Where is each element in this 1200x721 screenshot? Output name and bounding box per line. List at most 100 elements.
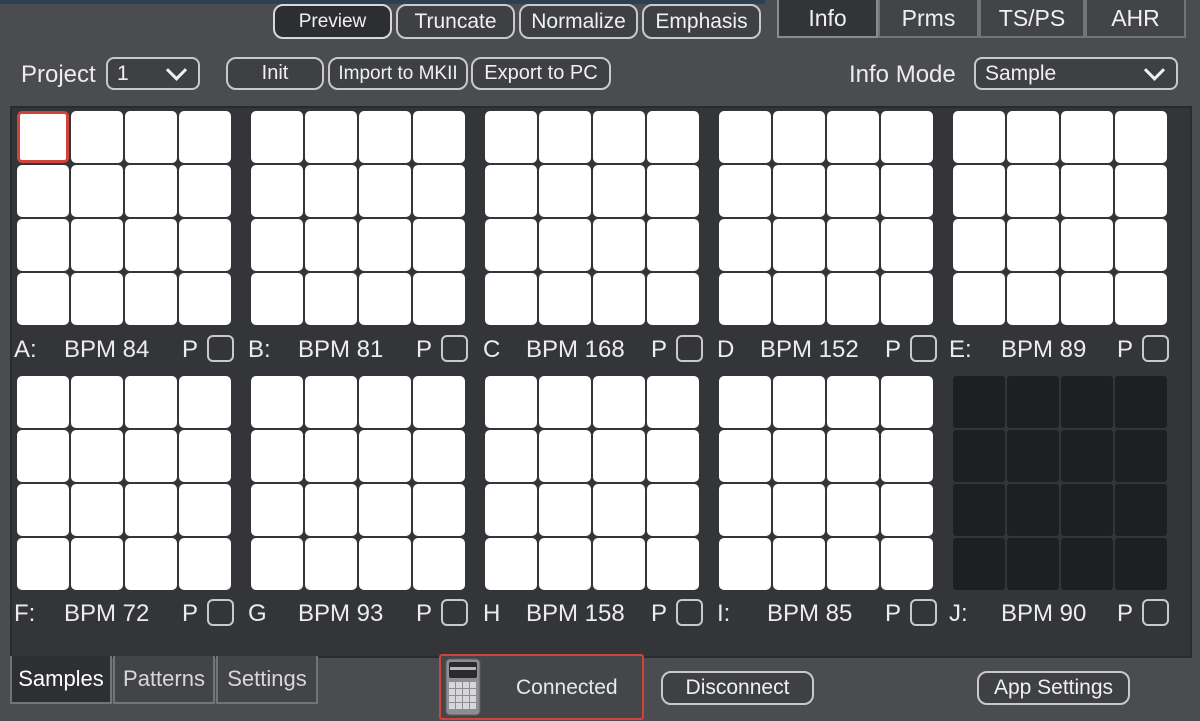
sample-pad[interactable] [251,430,303,482]
sample-pad[interactable] [647,165,699,217]
sample-pad[interactable] [593,430,645,482]
sample-pad[interactable] [17,219,69,271]
sample-pad[interactable] [719,430,771,482]
sample-pad[interactable] [71,273,123,325]
sample-pad[interactable] [1061,538,1113,590]
sample-pad[interactable] [251,376,303,428]
tab-settings[interactable]: Settings [216,656,318,704]
sample-pad[interactable] [719,538,771,590]
sample-pad[interactable] [17,165,69,217]
sample-pad[interactable] [827,219,879,271]
sample-pad[interactable] [881,376,933,428]
sample-pad[interactable] [593,376,645,428]
sample-pad[interactable] [1115,376,1167,428]
sample-pad[interactable] [485,165,537,217]
sample-pad[interactable] [251,273,303,325]
pattern-checkbox[interactable] [207,599,234,626]
sample-pad[interactable] [71,111,123,163]
info-mode-select[interactable]: Sample [974,57,1178,90]
sample-pad[interactable] [179,111,231,163]
sample-pad[interactable] [1007,538,1059,590]
sample-pad[interactable] [251,219,303,271]
sample-pad[interactable] [359,111,411,163]
sample-pad[interactable] [647,219,699,271]
sample-pad[interactable] [251,111,303,163]
sample-pad[interactable] [539,111,591,163]
pattern-checkbox[interactable] [441,599,468,626]
sample-pad[interactable] [305,430,357,482]
sample-pad[interactable] [1115,484,1167,536]
sample-pad[interactable] [647,538,699,590]
sample-pad[interactable] [881,484,933,536]
sample-pad[interactable] [827,484,879,536]
sample-pad[interactable] [1061,430,1113,482]
truncate-button[interactable]: Truncate [396,4,515,39]
tab-ts-ps[interactable]: TS/PS [979,0,1085,38]
sample-pad[interactable] [953,430,1005,482]
sample-pad[interactable] [773,111,825,163]
sample-pad[interactable] [827,538,879,590]
sample-pad[interactable] [17,430,69,482]
pattern-checkbox[interactable] [910,335,937,362]
pattern-checkbox[interactable] [207,335,234,362]
sample-pad[interactable] [593,484,645,536]
sample-pad[interactable] [71,430,123,482]
sample-pad[interactable] [539,273,591,325]
sample-pad[interactable] [17,538,69,590]
sample-pad[interactable] [359,165,411,217]
sample-pad-selected[interactable] [17,111,69,163]
sample-pad[interactable] [485,111,537,163]
sample-pad[interactable] [125,538,177,590]
sample-pad[interactable] [125,219,177,271]
sample-pad[interactable] [827,273,879,325]
sample-pad[interactable] [719,484,771,536]
sample-pad[interactable] [125,165,177,217]
disconnect-button[interactable]: Disconnect [661,671,814,705]
sample-pad[interactable] [1115,273,1167,325]
sample-pad[interactable] [539,538,591,590]
sample-pad[interactable] [1061,273,1113,325]
sample-pad[interactable] [413,111,465,163]
tab-patterns[interactable]: Patterns [113,656,215,704]
sample-pad[interactable] [827,430,879,482]
sample-pad[interactable] [305,111,357,163]
sample-pad[interactable] [719,165,771,217]
tab-info[interactable]: Info [777,0,878,38]
sample-pad[interactable] [125,111,177,163]
sample-pad[interactable] [305,484,357,536]
sample-pad[interactable] [305,219,357,271]
sample-pad[interactable] [827,111,879,163]
sample-pad[interactable] [881,273,933,325]
pattern-checkbox[interactable] [676,599,703,626]
sample-pad[interactable] [1007,484,1059,536]
preview-button[interactable]: Preview [273,4,392,39]
sample-pad[interactable] [71,376,123,428]
sample-pad[interactable] [719,111,771,163]
sample-pad[interactable] [593,111,645,163]
sample-pad[interactable] [71,165,123,217]
sample-pad[interactable] [593,273,645,325]
sample-pad[interactable] [179,219,231,271]
sample-pad[interactable] [17,273,69,325]
sample-pad[interactable] [305,165,357,217]
sample-pad[interactable] [1115,111,1167,163]
sample-pad[interactable] [539,165,591,217]
sample-pad[interactable] [1007,430,1059,482]
sample-pad[interactable] [305,376,357,428]
sample-pad[interactable] [251,165,303,217]
sample-pad[interactable] [485,376,537,428]
sample-pad[interactable] [539,219,591,271]
sample-pad[interactable] [953,273,1005,325]
sample-pad[interactable] [773,273,825,325]
sample-pad[interactable] [1007,111,1059,163]
pattern-checkbox[interactable] [1142,335,1169,362]
sample-pad[interactable] [1115,430,1167,482]
sample-pad[interactable] [773,430,825,482]
sample-pad[interactable] [827,165,879,217]
normalize-button[interactable]: Normalize [519,4,638,39]
app-settings-button[interactable]: App Settings [977,671,1130,705]
sample-pad[interactable] [1007,273,1059,325]
sample-pad[interactable] [593,165,645,217]
export-to-pc-button[interactable]: Export to PC [471,57,611,90]
sample-pad[interactable] [593,219,645,271]
